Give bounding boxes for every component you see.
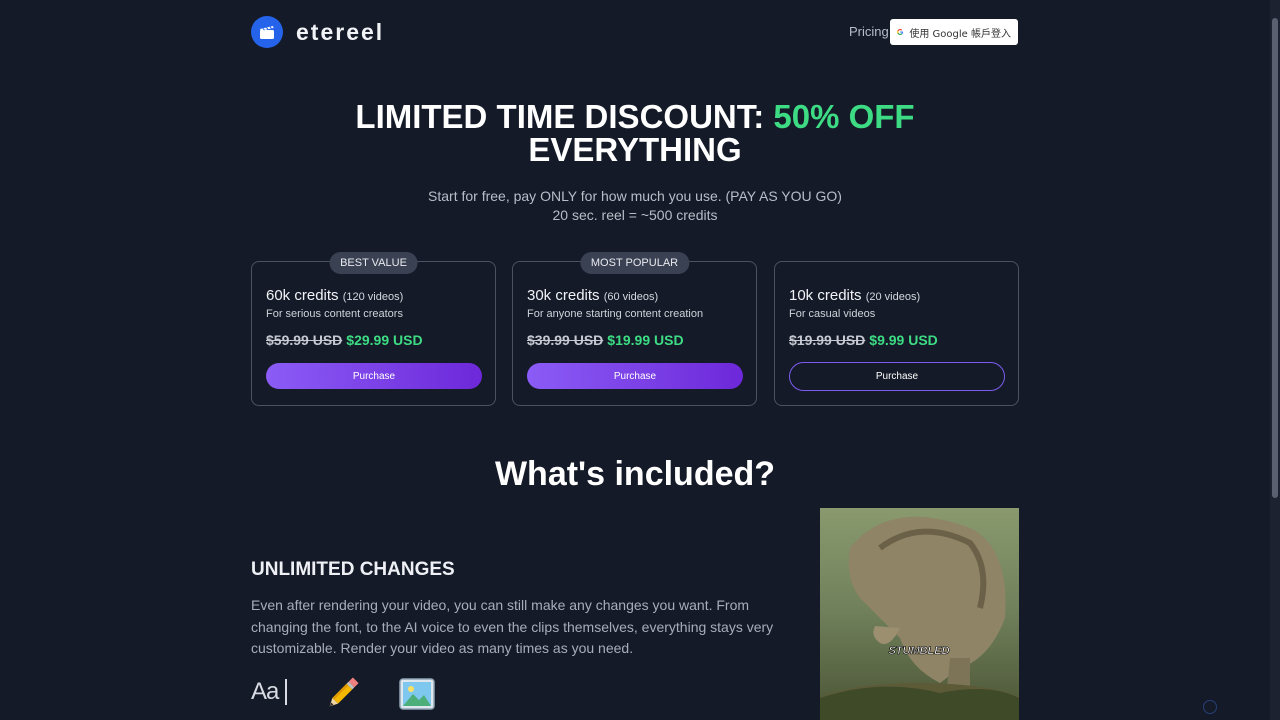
plan-price: $19.99 USD $9.99 USD	[789, 332, 938, 348]
plan-credits: 10k credits (20 videos)	[789, 287, 920, 304]
plan-card-10k: 10k credits (20 videos) For casual video…	[774, 261, 1019, 406]
plan-card-60k: BEST VALUE 60k credits (120 videos) For …	[251, 252, 496, 406]
hero-title-part1: LIMITED TIME DISCOUNT:	[355, 98, 774, 135]
scrollbar-thumb[interactable]	[1272, 18, 1278, 498]
plan-videos: (60 videos)	[603, 291, 659, 303]
brand-name[interactable]: etereel	[296, 19, 384, 46]
font-icon: Aa	[251, 678, 291, 708]
plan-new-price: $29.99 USD	[346, 332, 423, 348]
plan-description: For serious content creators	[266, 308, 403, 320]
plan-new-price: $19.99 USD	[607, 332, 684, 348]
hero-title-accent: 50% OFF	[773, 98, 915, 135]
hero-subtitle: Start for free, pay ONLY for how much yo…	[0, 187, 1270, 225]
plan-badge: BEST VALUE	[329, 252, 418, 274]
plan-credits-amount: 60k credits	[266, 287, 339, 304]
plan-description: For casual videos	[789, 308, 876, 320]
recaptcha-icon	[1203, 700, 1217, 714]
scrollbar[interactable]	[1270, 0, 1280, 720]
feature-text: Even after rendering your video, you can…	[251, 597, 774, 656]
plan-old-price: $39.99 USD	[527, 332, 604, 348]
google-signin-label: 使用 Google 帳戶登入	[909, 28, 1011, 40]
hero-title: LIMITED TIME DISCOUNT: 50% OFF EVERYTHIN…	[0, 100, 1270, 166]
plan-card-30k: MOST POPULAR 30k credits (60 videos) For…	[512, 252, 757, 406]
plan-old-price: $59.99 USD	[266, 332, 343, 348]
plan-price: $39.99 USD $19.99 USD	[527, 332, 684, 348]
font-icon-label: Aa	[251, 678, 279, 705]
plan-credits: 60k credits (120 videos)	[266, 287, 403, 304]
preview-caption: STUMBLED	[888, 645, 949, 657]
section-title: What's included?	[494, 455, 776, 493]
plan-credits-amount: 30k credits	[527, 287, 600, 304]
plan-old-price: $19.99 USD	[789, 332, 866, 348]
google-icon	[897, 28, 904, 36]
hero-subtitle-line1: Start for free, pay ONLY for how much yo…	[428, 188, 842, 204]
pencil-icon	[329, 677, 359, 707]
hero-title-part2: EVERYTHING	[528, 131, 742, 168]
feature-title: UNLIMITED CHANGES	[251, 559, 455, 580]
plan-credits: 30k credits (60 videos)	[527, 287, 658, 304]
purchase-button-10k[interactable]: Purchase	[789, 362, 1005, 391]
clapperboard-icon	[260, 26, 274, 39]
google-signin-button[interactable]: 使用 Google 帳戶登入	[890, 19, 1018, 45]
purchase-button-60k[interactable]: Purchase	[266, 363, 482, 389]
purchase-button-30k[interactable]: Purchase	[527, 363, 743, 389]
plan-videos: (20 videos)	[865, 291, 921, 303]
nav-pricing-link[interactable]: Pricing	[849, 24, 889, 39]
header: etereel Pricing 使用 Google 帳戶登入	[251, 16, 1019, 48]
plan-videos: (120 videos)	[342, 291, 404, 303]
image-icon	[399, 678, 435, 710]
video-preview[interactable]: STUMBLED	[820, 508, 1019, 720]
plan-badge: MOST POPULAR	[579, 252, 690, 274]
plan-description: For anyone starting content creation	[527, 308, 704, 320]
plan-price: $59.99 USD $29.99 USD	[266, 332, 423, 348]
dinosaur-image: STUMBLED	[820, 508, 1019, 720]
logo[interactable]	[251, 16, 283, 48]
hero-subtitle-line2: 20 sec. reel = ~500 credits	[552, 207, 718, 223]
plan-credits-amount: 10k credits	[789, 287, 862, 304]
plan-new-price: $9.99 USD	[869, 332, 938, 348]
